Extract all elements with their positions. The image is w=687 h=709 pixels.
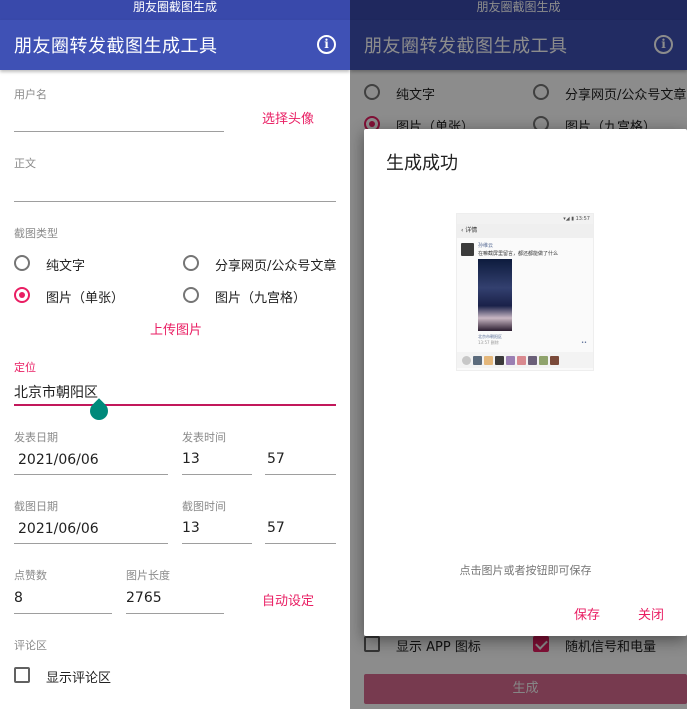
like-avatar (473, 356, 482, 365)
close-button[interactable]: 关闭 (638, 604, 664, 623)
preview-avatar (461, 243, 474, 256)
radio-share-article[interactable] (183, 255, 199, 271)
upload-image-button[interactable]: 上传图片 (150, 319, 202, 338)
preview-username: 孙维云 (478, 243, 494, 249)
location-label: 定位 (14, 361, 36, 374)
type-label: 截图类型 (14, 227, 58, 240)
save-button[interactable]: 保存 (574, 604, 600, 623)
like-avatar (517, 356, 526, 365)
likes-underline (14, 613, 112, 614)
body-label: 正文 (14, 157, 36, 170)
status-bar: 朋友圈截图生成 (0, 0, 350, 20)
preview-time: 13:57 删除 (478, 340, 499, 345)
shot-time-label: 截图时间 (182, 500, 226, 513)
radio-single-image-label[interactable]: 图片（单张） (46, 287, 124, 306)
dialog-title: 生成成功 (386, 153, 458, 174)
post-date-label: 发表日期 (14, 431, 58, 444)
preview-image[interactable]: ▾◢ ▮ 13:57 ‹ 详情 孙维云 在嘛截屏里留言，都还都能做了什么 北京市… (456, 213, 594, 371)
shot-minute-input[interactable]: 57 (267, 520, 285, 536)
like-avatar (539, 356, 548, 365)
shot-hour-underline (182, 543, 252, 544)
radio-text-only-label[interactable]: 纯文字 (46, 255, 85, 274)
like-avatar (484, 356, 493, 365)
app-title: 朋友圈转发截图生成工具 (14, 36, 218, 57)
main-form-screen: 朋友圈截图生成 朋友圈转发截图生成工具 i 用户名 选择头像 正文 截图类型 纯… (0, 0, 350, 709)
radio-text-only[interactable] (14, 255, 30, 271)
image-length-input[interactable]: 2765 (126, 590, 162, 606)
shot-date-label: 截图日期 (14, 500, 58, 513)
shot-date-underline (14, 543, 168, 544)
show-comments-label[interactable]: 显示评论区 (46, 667, 111, 686)
result-screen: 朋友圈截图生成 朋友圈转发截图生成工具 i 纯文字 分享网页/公众号文章 图片（… (350, 0, 687, 709)
radio-single-image[interactable] (14, 287, 30, 303)
preview-more-icon: •• (581, 340, 587, 346)
success-dialog: 生成成功 ▾◢ ▮ 13:57 ‹ 详情 孙维云 在嘛截屏里留言，都还都能做了什… (364, 129, 687, 636)
like-avatar (506, 356, 515, 365)
save-hint: 点击图片或者按钮即可保存 (459, 564, 592, 577)
preview-header: ‹ 详情 (457, 224, 593, 238)
preview-photo (478, 259, 512, 331)
preview-status-bar: ▾◢ ▮ 13:57 (457, 214, 593, 224)
image-length-underline (126, 613, 224, 614)
radio-nine-grid-label[interactable]: 图片（九宫格） (215, 287, 306, 306)
status-bar-title: 朋友圈截图生成 (132, 0, 217, 14)
heart-icon (462, 356, 471, 365)
preview-text: 在嘛截屏里留言，都还都能做了什么 (478, 251, 559, 257)
like-avatar (550, 356, 559, 365)
text-cursor-handle[interactable] (86, 398, 112, 424)
comments-label: 评论区 (14, 639, 47, 652)
location-underline (14, 404, 336, 406)
body-input[interactable] (14, 201, 336, 202)
shot-minute-underline (265, 543, 336, 544)
auto-set-button[interactable]: 自动设定 (262, 590, 314, 609)
post-hour-input[interactable]: 13 (182, 451, 200, 467)
username-input[interactable] (14, 131, 224, 132)
like-avatar (528, 356, 537, 365)
choose-avatar-button[interactable]: 选择头像 (262, 108, 314, 127)
post-date-input[interactable]: 2021/06/06 (18, 452, 99, 468)
info-icon[interactable]: i (317, 35, 336, 54)
post-time-label: 发表时间 (182, 431, 226, 444)
location-input[interactable]: 北京市朝阳区 (14, 382, 98, 402)
app-bar: 朋友圈转发截图生成工具 i (0, 20, 350, 70)
preview-likes-row (457, 352, 593, 368)
radio-nine-grid[interactable] (183, 287, 199, 303)
likes-label: 点赞数 (14, 569, 47, 582)
post-hour-underline (182, 474, 252, 475)
post-minute-underline (265, 474, 336, 475)
radio-share-article-label[interactable]: 分享网页/公众号文章 (215, 255, 336, 274)
like-avatar (495, 356, 504, 365)
post-date-underline (14, 474, 168, 475)
show-comments-checkbox[interactable] (14, 667, 30, 683)
shot-date-input[interactable]: 2021/06/06 (18, 521, 99, 537)
likes-input[interactable]: 8 (14, 590, 23, 606)
username-label: 用户名 (14, 88, 47, 101)
shot-hour-input[interactable]: 13 (182, 520, 200, 536)
image-length-label: 图片长度 (126, 569, 170, 582)
post-minute-input[interactable]: 57 (267, 451, 285, 467)
